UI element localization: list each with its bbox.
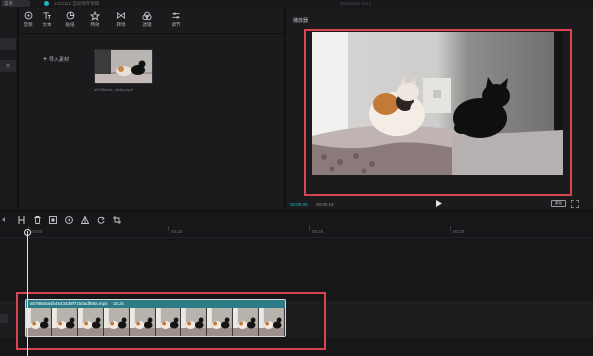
- ruler-tick: [450, 226, 451, 231]
- split-icon: [18, 215, 25, 224]
- player-title: 播放器: [293, 18, 309, 24]
- fullscreen-button[interactable]: [570, 199, 580, 209]
- media-panel: 音频 文本 贴纸 特效 转场 滤镜 调节 + 导入素材 a5789a0a...d…: [19, 8, 284, 210]
- adjust-icon: [170, 10, 182, 21]
- total-time: 00:00:19: [316, 202, 334, 207]
- text-icon: [41, 10, 53, 21]
- tool-sticker[interactable]: 贴纸: [59, 10, 81, 32]
- media-toolbar: 音频 文本 贴纸 特效 转场 滤镜 调节: [19, 8, 284, 34]
- video-preview[interactable]: [312, 32, 563, 175]
- tool-adjust-label: 调节: [171, 22, 181, 27]
- tool-text-label: 文本: [42, 22, 52, 27]
- collapse-left-icon: [1, 217, 5, 222]
- ruler-label-0: 00:00: [31, 229, 43, 234]
- video-clip[interactable]: a5789a0a4b45434d9f7150adf68a.mp4 18.2s: [25, 299, 286, 337]
- project-title: 1222112 自动保存草稿: [54, 1, 100, 6]
- trash-icon: [34, 215, 41, 224]
- crop-button[interactable]: [112, 215, 121, 224]
- timeline-toolbar: [0, 212, 593, 226]
- tool-sticker-label: 贴纸: [65, 22, 75, 27]
- tool-audio-label: 音频: [23, 22, 33, 27]
- tool-transition-label: 转场: [116, 22, 126, 27]
- player-panel: 播放器 00:00:00 00:00:19 原始: [286, 8, 593, 210]
- clip-frame-thumbnail: [103, 308, 130, 336]
- tool-adjust[interactable]: 调节: [165, 10, 187, 32]
- clip-filmstrip: [26, 308, 285, 336]
- clip-frame-thumbnail: [26, 308, 52, 336]
- menu-button[interactable]: 菜单: [1, 0, 30, 7]
- ruler-label-10: 00:10: [171, 229, 183, 234]
- play-icon: [435, 200, 442, 207]
- media-thumbnail-caption: a5789a0a...d68a.mp4: [94, 87, 133, 92]
- strip-item-media[interactable]: [0, 38, 16, 50]
- clip-frame-thumbnail: [129, 308, 156, 336]
- scissors-left-button[interactable]: [0, 215, 9, 224]
- tool-text[interactable]: 文本: [36, 10, 58, 32]
- timeline-panel: 00:00 00:10 00:20 00:30 a5789a0a4b45434d…: [0, 212, 593, 356]
- ruler-label-20: 00:20: [312, 229, 324, 234]
- ruler-label-30: 00:30: [453, 229, 465, 234]
- window-title: 20180204 1212: [340, 1, 372, 6]
- autosave-status-icon: [44, 1, 49, 6]
- reverse-icon: [64, 215, 73, 224]
- effects-icon: [89, 10, 101, 21]
- clip-frame-thumbnail: [207, 308, 234, 336]
- media-thumbnail[interactable]: [94, 49, 153, 84]
- import-media-label: 导入素材: [49, 56, 70, 63]
- current-time: 00:00:00: [290, 202, 308, 207]
- tool-effects-label: 特效: [90, 22, 100, 27]
- freeze-frame-button[interactable]: [48, 215, 57, 224]
- clip-header: a5789a0a4b45434d9f7150adf68a.mp4 18.2s: [26, 300, 285, 308]
- fullscreen-icon: [570, 199, 580, 209]
- strip-item-local[interactable]: 本: [0, 60, 16, 72]
- track-lock-button[interactable]: [0, 314, 8, 323]
- split-button[interactable]: [17, 215, 26, 224]
- timeline-ruler[interactable]: 00:00 00:10 00:20 00:30: [0, 226, 593, 238]
- freeze-frame-icon: [48, 215, 57, 224]
- mirror-icon: [80, 215, 89, 224]
- plus-icon: +: [42, 55, 48, 63]
- tool-effects[interactable]: 特效: [84, 10, 106, 32]
- transition-icon: [115, 10, 127, 21]
- ruler-tick: [168, 226, 169, 231]
- top-bar: 菜单 1222112 自动保存草稿 20180204 1212: [0, 0, 593, 8]
- clip-frame-thumbnail: [77, 308, 104, 336]
- rotate-icon: [97, 216, 105, 224]
- music-icon: [22, 10, 34, 21]
- left-category-strip: 本: [0, 8, 18, 210]
- aspect-ratio-button[interactable]: 原始: [551, 200, 566, 207]
- clip-frame-thumbnail: [181, 308, 208, 336]
- tool-transition[interactable]: 转场: [110, 10, 132, 32]
- play-button[interactable]: [434, 199, 443, 208]
- sticker-icon: [64, 10, 76, 21]
- clip-name: a5789a0a4b45434d9f7150adf68a.mp4: [30, 301, 108, 306]
- ruler-tick: [309, 226, 310, 231]
- crop-icon: [112, 215, 121, 224]
- tool-filter-label: 滤镜: [142, 22, 152, 27]
- playhead[interactable]: [27, 231, 28, 356]
- rotate-button[interactable]: [96, 215, 105, 224]
- mirror-button[interactable]: [80, 215, 89, 224]
- clip-frame-thumbnail: [51, 308, 78, 336]
- clip-frame-thumbnail: [155, 308, 182, 336]
- clip-frame-thumbnail: [233, 308, 260, 336]
- clip-duration: 18.2s: [112, 301, 124, 306]
- delete-button[interactable]: [33, 215, 42, 224]
- tool-filter[interactable]: 滤镜: [136, 10, 158, 32]
- reverse-button[interactable]: [64, 215, 73, 224]
- clip-frame-thumbnail: [259, 308, 285, 336]
- filter-icon: [141, 10, 153, 21]
- import-media-button[interactable]: + 导入素材: [41, 54, 69, 64]
